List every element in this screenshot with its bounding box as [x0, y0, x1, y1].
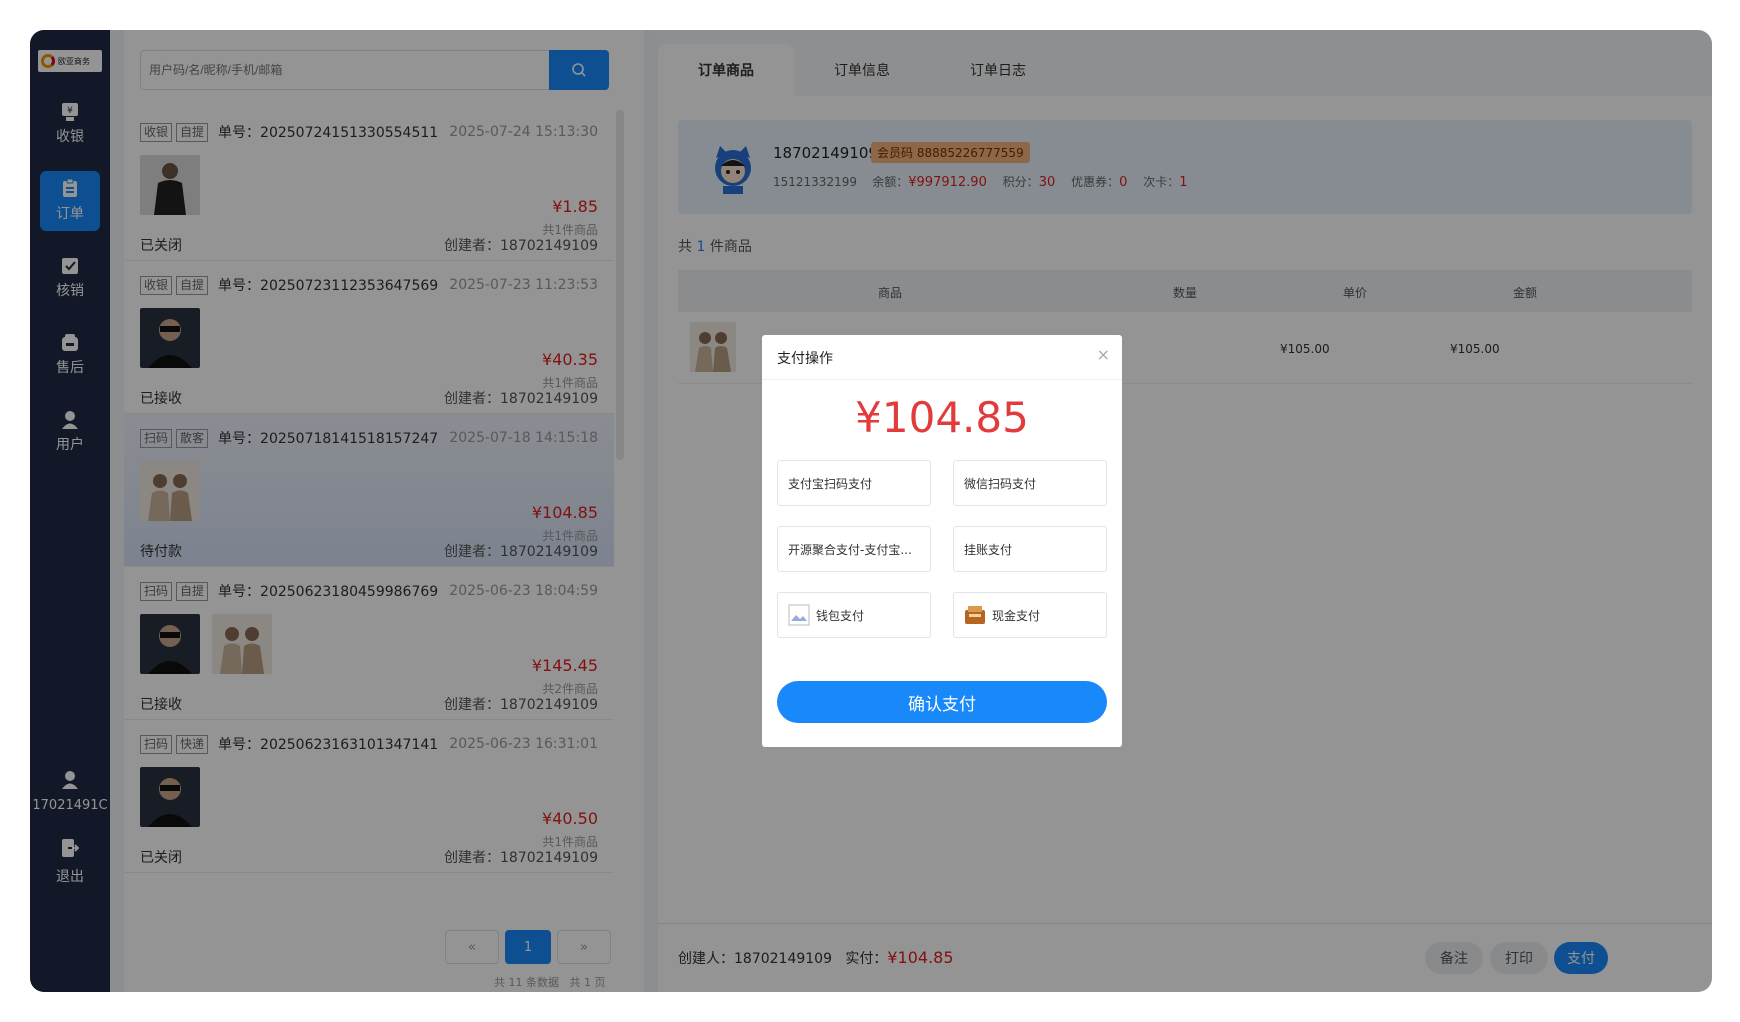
broken-image-icon	[788, 604, 810, 626]
pay-method-wallet[interactable]: 钱包支付	[777, 592, 931, 638]
pay-method-label: 挂账支付	[964, 542, 1013, 557]
pay-method-wechat-scan[interactable]: 微信扫码支付	[953, 460, 1107, 506]
close-icon[interactable]: ×	[1097, 345, 1110, 364]
payment-amount: ¥104.85	[855, 393, 1029, 442]
pay-method-label: 现金支付	[992, 608, 1041, 623]
pay-method-label: 钱包支付	[816, 608, 865, 623]
pay-method-label: 支付宝扫码支付	[788, 476, 873, 491]
app-window: 欧亚商务 ¥ 收银 订单 核销 售后 用户 17021491C 退出 用户码/名…	[30, 30, 1712, 992]
divider	[762, 379, 1122, 380]
pay-method-credit[interactable]: 挂账支付	[953, 526, 1107, 572]
confirm-payment-button[interactable]: 确认支付	[777, 681, 1107, 723]
payment-dialog: 支付操作 × ¥104.85 支付宝扫码支付 微信扫码支付 开源聚合支付-支付宝…	[762, 335, 1122, 747]
dialog-title: 支付操作	[777, 351, 833, 367]
pay-method-label: 开源聚合支付-支付宝...	[788, 542, 912, 557]
pay-method-cash[interactable]: 现金支付	[953, 592, 1107, 638]
pay-method-aggregate-alipay[interactable]: 开源聚合支付-支付宝...	[777, 526, 931, 572]
pay-method-label: 微信扫码支付	[964, 476, 1037, 491]
pay-method-alipay-scan[interactable]: 支付宝扫码支付	[777, 460, 931, 506]
cash-register-icon	[965, 606, 985, 624]
